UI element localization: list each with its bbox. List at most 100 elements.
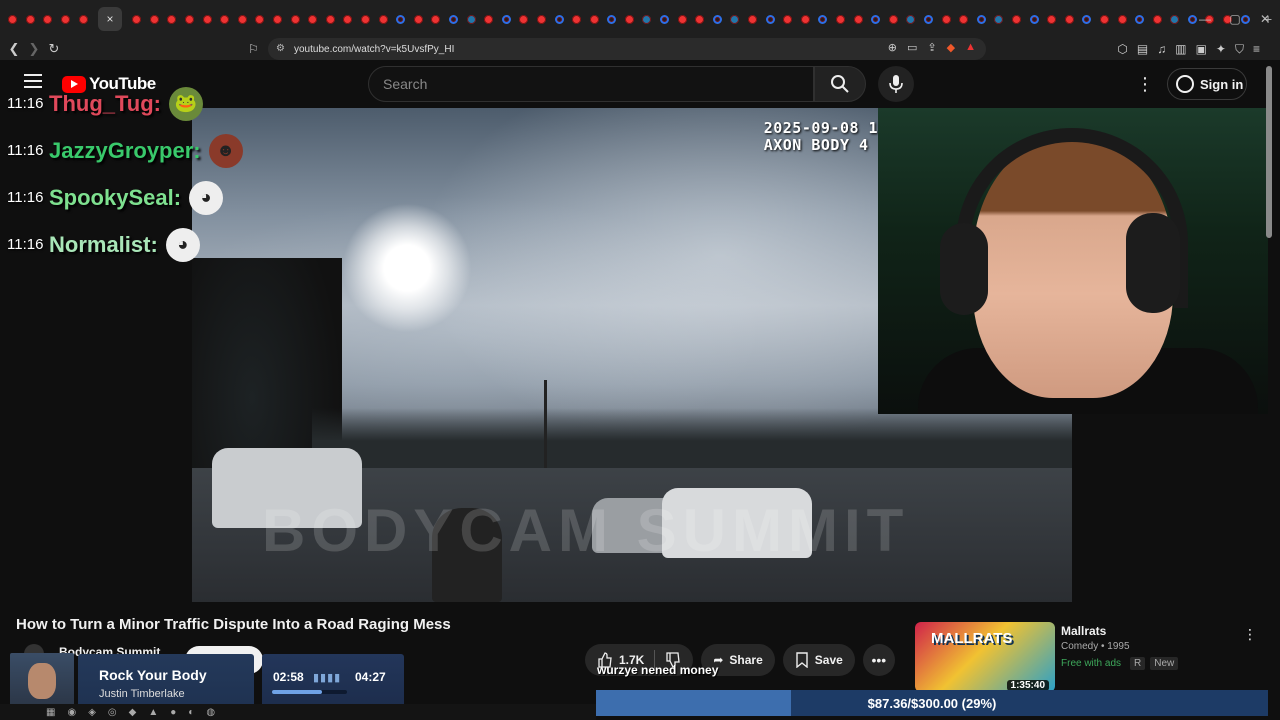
sign-in-button[interactable]: Sign in [1167, 68, 1247, 100]
taskbar-icon[interactable]: ◎ [108, 707, 117, 718]
active-tab-close[interactable]: × [97, 7, 122, 31]
browser-tab[interactable] [288, 12, 302, 26]
close-window-icon[interactable]: ✕ [1250, 12, 1280, 26]
browser-tab[interactable] [41, 12, 55, 26]
recommended-menu-icon[interactable]: ⋮ [1243, 626, 1257, 643]
browser-tab[interactable] [974, 12, 988, 26]
taskbar-icon[interactable]: ◐ [188, 707, 194, 718]
browser-tab[interactable] [165, 12, 179, 26]
browser-tab[interactable] [1062, 12, 1076, 26]
save-button[interactable]: Save [782, 644, 855, 676]
minimize-icon[interactable]: — [1190, 12, 1220, 26]
page-scrollbar[interactable] [1266, 66, 1272, 238]
taskbar-icon[interactable]: ◉ [67, 707, 76, 718]
search-button[interactable] [814, 66, 866, 102]
browser-tab[interactable] [323, 12, 337, 26]
taskbar-icon[interactable]: ▦ [46, 707, 55, 718]
browser-tab[interactable] [517, 12, 531, 26]
site-info-icon[interactable]: ⚙ [276, 43, 285, 54]
taskbar-icon[interactable]: ◍ [206, 707, 215, 718]
browser-tab[interactable] [869, 12, 883, 26]
browser-tab[interactable] [1168, 12, 1182, 26]
reader-icon[interactable]: ▤ [1137, 42, 1148, 57]
recommended-item[interactable]: MALLRATS 1:35:40 Mallrats Comedy • 1995 … [915, 622, 1265, 692]
browser-tab[interactable] [781, 12, 795, 26]
zoom-icon[interactable]: ⊕ [888, 41, 897, 54]
browser-tab[interactable] [992, 12, 1006, 26]
browser-tab[interactable] [1115, 12, 1129, 26]
browser-tab[interactable] [605, 12, 619, 26]
browser-tab[interactable] [482, 12, 496, 26]
settings-menu-icon[interactable]: ⋮ [1136, 74, 1154, 95]
taskbar-icon[interactable]: ◆ [129, 707, 137, 718]
extensions-icon[interactable]: ⬡ [1117, 42, 1127, 57]
browser-tab[interactable] [851, 12, 865, 26]
reload-icon[interactable]: ↻ [44, 41, 64, 57]
browser-tab[interactable] [710, 12, 724, 26]
puzzle-icon[interactable]: ✦ [1216, 42, 1226, 57]
browser-tab[interactable] [358, 12, 372, 26]
browser-tab[interactable] [1080, 12, 1094, 26]
browser-tab[interactable] [1009, 12, 1023, 26]
browser-tab[interactable] [1027, 12, 1041, 26]
browser-tab[interactable] [235, 12, 249, 26]
browser-tab[interactable] [59, 12, 73, 26]
forward-icon[interactable]: ❯ [24, 41, 44, 57]
browser-tab[interactable] [1097, 12, 1111, 26]
browser-tab[interactable] [376, 12, 390, 26]
browser-tab[interactable] [957, 12, 971, 26]
browser-tab[interactable] [411, 12, 425, 26]
back-icon[interactable]: ❮ [4, 41, 24, 57]
browser-tab[interactable] [1045, 12, 1059, 26]
browser-tab[interactable] [763, 12, 777, 26]
menu-icon[interactable]: ≡ [1253, 42, 1260, 57]
browser-tab[interactable] [429, 12, 443, 26]
browser-tab[interactable] [464, 12, 478, 26]
music-icon[interactable]: ♫ [1157, 42, 1166, 57]
recommended-thumbnail[interactable]: MALLRATS 1:35:40 [915, 622, 1055, 692]
sidebar-icon[interactable]: ▥ [1175, 42, 1186, 57]
shield-icon[interactable]: ⛉ [1235, 42, 1244, 57]
browser-tab[interactable] [1133, 12, 1147, 26]
taskbar-icon[interactable]: ▲ [148, 707, 158, 718]
more-actions-icon[interactable]: ••• [862, 644, 895, 676]
browser-tab[interactable] [746, 12, 760, 26]
voice-search-button[interactable] [878, 66, 914, 102]
browser-tab[interactable] [886, 12, 900, 26]
browser-tab[interactable] [306, 12, 320, 26]
search-input[interactable]: Search [368, 66, 814, 102]
browser-tab[interactable] [76, 12, 90, 26]
browser-tab[interactable] [1150, 12, 1164, 26]
browser-tab[interactable] [570, 12, 584, 26]
taskbar-icon[interactable]: ◈ [88, 707, 96, 718]
browser-tab[interactable] [834, 12, 848, 26]
browser-tab[interactable] [183, 12, 197, 26]
recommended-title[interactable]: Mallrats [1061, 624, 1106, 638]
browser-tab[interactable] [904, 12, 918, 26]
browser-tab[interactable] [622, 12, 636, 26]
browser-tab[interactable] [394, 12, 408, 26]
brave-rewards-icon[interactable]: ▲ [965, 41, 976, 54]
browser-tab[interactable] [6, 12, 20, 26]
browser-tab[interactable] [728, 12, 742, 26]
browser-tab[interactable] [271, 12, 285, 26]
browser-tab[interactable] [798, 12, 812, 26]
cast-icon[interactable]: ▭ [907, 41, 917, 54]
address-bar[interactable]: ⚙ youtube.com/watch?v=k5UvsfPy_HI ⊕ ▭ ⇪ … [268, 38, 986, 60]
browser-tab[interactable] [200, 12, 214, 26]
browser-tab[interactable] [23, 12, 37, 26]
browser-tab[interactable] [816, 12, 830, 26]
browser-tab[interactable] [675, 12, 689, 26]
browser-tab[interactable] [253, 12, 267, 26]
wallet-icon[interactable]: ▣ [1196, 42, 1207, 57]
browser-tab[interactable] [218, 12, 232, 26]
browser-tab[interactable] [130, 12, 144, 26]
browser-tab[interactable] [534, 12, 548, 26]
browser-tab[interactable] [693, 12, 707, 26]
browser-tab[interactable] [921, 12, 935, 26]
bookmark-icon[interactable]: ⚐ [248, 42, 259, 56]
browser-tab[interactable] [587, 12, 601, 26]
browser-tab[interactable] [939, 12, 953, 26]
share-page-icon[interactable]: ⇪ [927, 41, 936, 54]
brave-shield-icon[interactable]: ◆ [947, 41, 955, 54]
